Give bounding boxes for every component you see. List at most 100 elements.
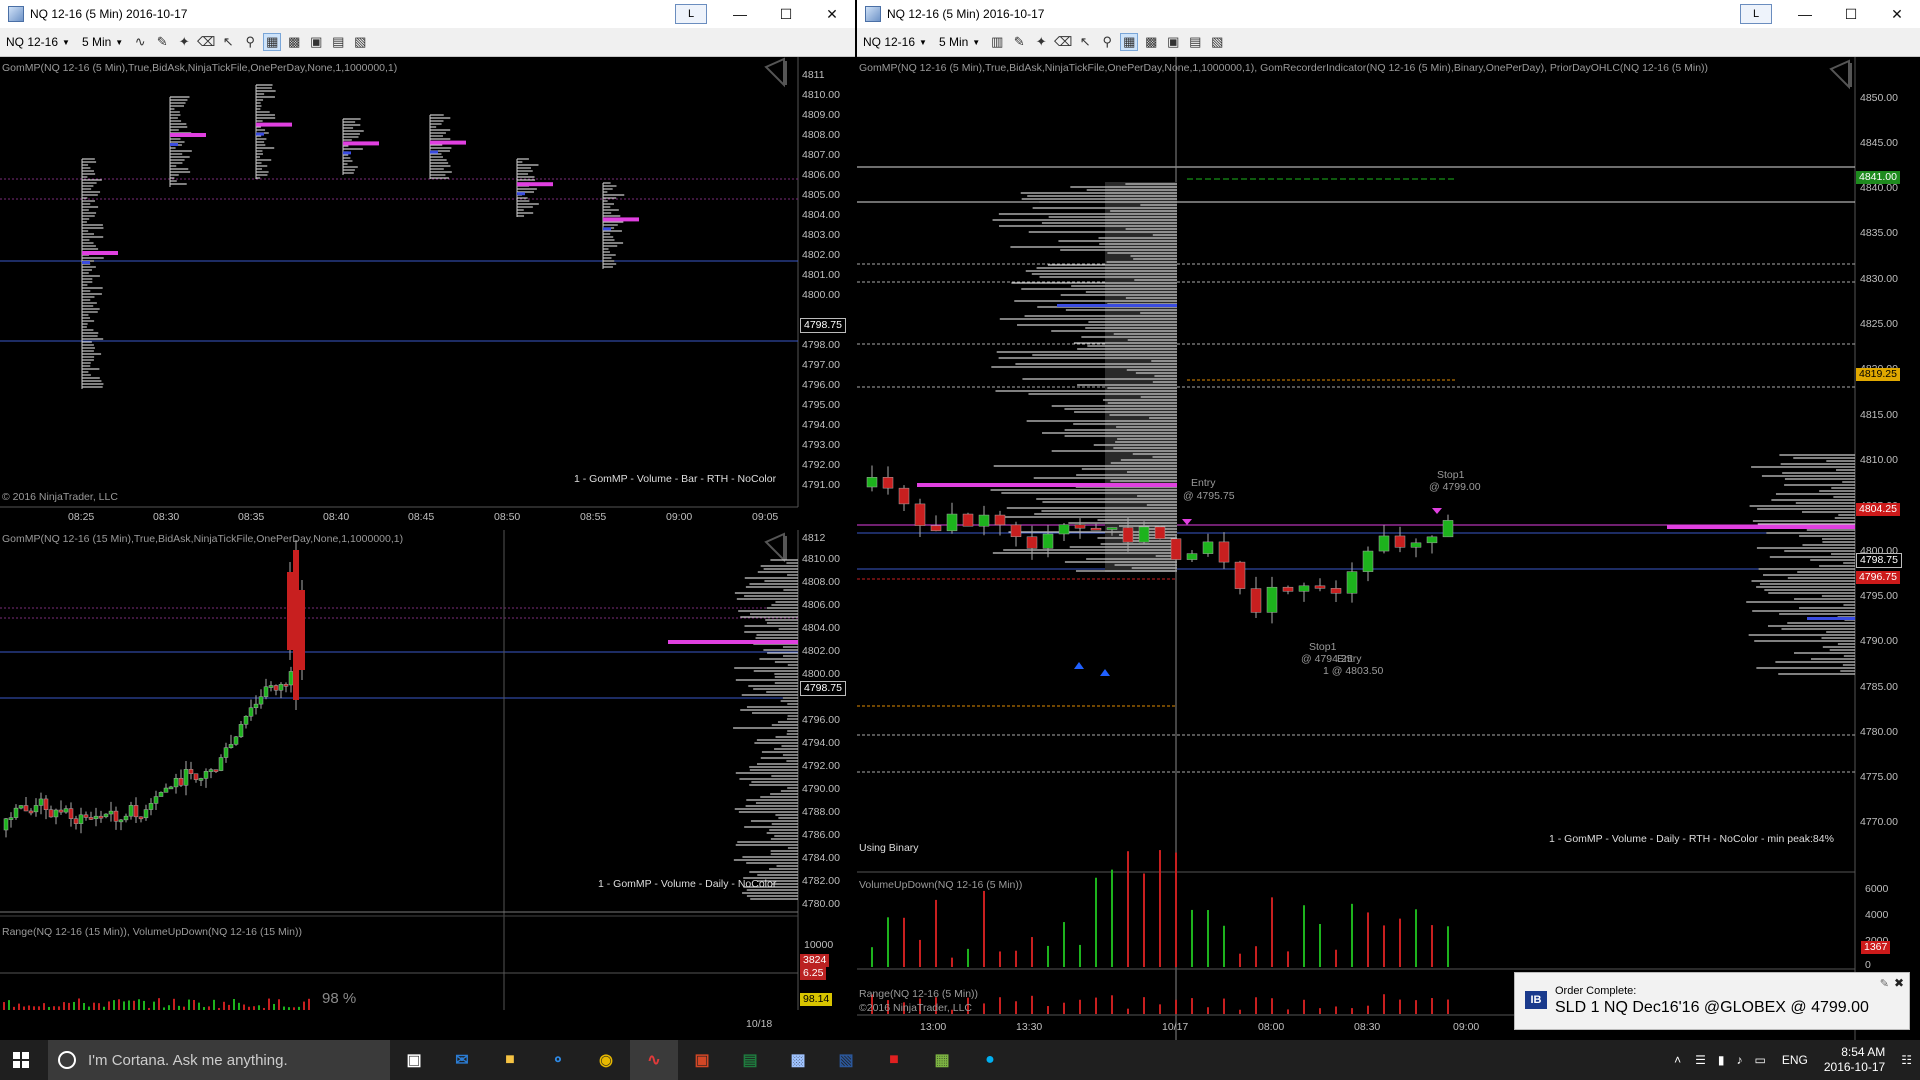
- order-complete-notification[interactable]: IB Order Complete: SLD 1 NQ Dec16'16 @GL…: [1514, 972, 1910, 1030]
- ninjatrader-icon[interactable]: ∿: [630, 1040, 678, 1080]
- value-area-mark: [256, 132, 264, 136]
- volume-icon[interactable]: ♪: [1736, 1053, 1742, 1067]
- price-label: 4800.00: [802, 668, 840, 680]
- image-icon[interactable]: ▣: [307, 33, 325, 51]
- image-icon[interactable]: ▣: [1164, 33, 1182, 51]
- maximize-icon[interactable]: ☐: [763, 0, 809, 28]
- display-icon[interactable]: ▭: [1754, 1053, 1765, 1067]
- left-chart-window[interactable]: NQ 12-16 (5 Min) 2016-10-17 L — ☐ ✕ NQ 1…: [0, 0, 855, 1040]
- candle-body: [930, 525, 942, 532]
- powerpoint-icon[interactable]: ▣: [678, 1040, 726, 1080]
- left-toolbar: NQ 12-16 ▼ 5 Min ▼ ∿ ✎ ✦ ⌫ ↖ ⚲ ▦ ▩ ▣ ▤ ▧: [0, 28, 855, 57]
- price-label: 4792.00: [802, 459, 840, 471]
- poc-bar: [256, 122, 292, 127]
- file-explorer-icon[interactable]: ■: [486, 1040, 534, 1080]
- data-box-icon[interactable]: ▤: [1186, 33, 1204, 51]
- sub-value-label: 10000: [804, 939, 834, 951]
- word-icon[interactable]: ▧: [822, 1040, 870, 1080]
- pointer-icon[interactable]: ↖: [219, 33, 237, 51]
- language-indicator[interactable]: ENG: [1782, 1053, 1808, 1067]
- candle-body: [1298, 585, 1310, 592]
- windows-start-icon[interactable]: [13, 1052, 29, 1068]
- skype-icon[interactable]: ●: [966, 1040, 1014, 1080]
- chevron-up-icon[interactable]: ˄: [1674, 1053, 1681, 1067]
- copyright-label: © 2016 NinjaTrader, LLC: [2, 491, 118, 503]
- candle-body: [168, 786, 174, 790]
- candlestick-icon[interactable]: ▥: [988, 33, 1006, 51]
- outlook-icon[interactable]: ✉: [438, 1040, 486, 1080]
- strategy-icon[interactable]: ▩: [1142, 33, 1160, 51]
- right-chart-window[interactable]: NQ 12-16 (5 Min) 2016-10-17 L — ☐ ✕ NQ 1…: [857, 0, 1920, 1040]
- chart-style-icon[interactable]: ∿: [131, 33, 149, 51]
- candle-body: [278, 684, 284, 691]
- calculator-icon[interactable]: ▦: [918, 1040, 966, 1080]
- link-button[interactable]: L: [1740, 4, 1772, 24]
- close-icon[interactable]: ✕: [1874, 0, 1920, 28]
- close-icon[interactable]: ✖: [1894, 976, 1904, 990]
- interval-dropdown[interactable]: 5 Min ▼: [933, 35, 986, 49]
- draw-tool-icon[interactable]: ✎: [153, 33, 171, 51]
- close-icon[interactable]: ✕: [809, 0, 855, 28]
- candle-body: [1378, 535, 1390, 552]
- instrument-dropdown[interactable]: NQ 12-16 ▼: [0, 35, 76, 49]
- right-main-pane[interactable]: GomMP(NQ 12-16 (5 Min),True,BidAsk,Ninja…: [857, 57, 1920, 1040]
- acrobat-icon[interactable]: ■: [870, 1040, 918, 1080]
- indicators-icon[interactable]: ▦: [263, 33, 282, 51]
- interval-dropdown[interactable]: 5 Min ▼: [76, 35, 129, 49]
- time-label: 13:00: [920, 1021, 947, 1033]
- cortana-search-box[interactable]: I'm Cortana. Ask me anything.: [48, 1040, 390, 1080]
- strategy-icon[interactable]: ▩: [285, 33, 303, 51]
- candle-body: [163, 787, 169, 793]
- network-icon[interactable]: ☰: [1695, 1053, 1706, 1067]
- zoom-icon[interactable]: ⚲: [241, 33, 259, 51]
- price-label: 4788.00: [802, 806, 840, 818]
- draw-tool-icon[interactable]: ✎: [1010, 33, 1028, 51]
- indicators-icon[interactable]: ▦: [1120, 33, 1139, 51]
- task-view-icon[interactable]: ▣: [390, 1040, 438, 1080]
- minimize-icon[interactable]: —: [1782, 0, 1828, 28]
- price-label: 4809.00: [802, 109, 840, 121]
- edge-icon[interactable]: ⚬: [534, 1040, 582, 1080]
- excel-icon[interactable]: ▤: [726, 1040, 774, 1080]
- price-label: 4796.00: [802, 714, 840, 726]
- poc-bar: [430, 140, 466, 145]
- start-tile: [22, 1052, 29, 1059]
- candle-body: [208, 769, 214, 772]
- minimize-icon[interactable]: —: [717, 0, 763, 28]
- start-tile: [22, 1061, 29, 1068]
- candle-body: [1266, 586, 1278, 613]
- clock-date: 2016-10-17: [1823, 1060, 1886, 1074]
- zoom-icon[interactable]: ⚲: [1098, 33, 1116, 51]
- candle-body: [78, 814, 84, 824]
- time-label: 09:00: [666, 511, 693, 523]
- eraser-icon[interactable]: ⌫: [1054, 33, 1072, 51]
- battery-icon[interactable]: ▮: [1718, 1053, 1725, 1067]
- left-title-bar[interactable]: NQ 12-16 (5 Min) 2016-10-17 L — ☐ ✕: [0, 0, 855, 28]
- data-box-icon[interactable]: ▤: [329, 33, 347, 51]
- maximize-icon[interactable]: ☐: [1828, 0, 1874, 28]
- link-button[interactable]: L: [675, 4, 707, 24]
- candle-body: [1090, 527, 1102, 531]
- chrome-icon[interactable]: ◉: [582, 1040, 630, 1080]
- right-title-bar[interactable]: NQ 12-16 (5 Min) 2016-10-17 L — ☐ ✕: [857, 0, 1920, 28]
- entry-annotation: Entry: [1337, 653, 1362, 665]
- action-center-icon[interactable]: ☷: [1901, 1053, 1912, 1067]
- candle-body: [273, 685, 279, 691]
- candle-body: [88, 817, 94, 820]
- left-top-pane[interactable]: GomMP(NQ 12-16 (5 Min),True,BidAsk,Ninja…: [0, 57, 855, 527]
- tws-icon[interactable]: ▩: [774, 1040, 822, 1080]
- eraser-icon[interactable]: ⌫: [197, 33, 215, 51]
- properties-icon[interactable]: ▧: [1208, 33, 1226, 51]
- price-label: 4804.00: [802, 209, 840, 221]
- left-bottom-pane[interactable]: GomMP(NQ 12-16 (15 Min),True,BidAsk,Ninj…: [0, 530, 855, 1010]
- candle-body: [283, 684, 289, 687]
- candle-body: [153, 796, 159, 804]
- magic-wand-icon[interactable]: ✦: [1032, 33, 1050, 51]
- instrument-dropdown[interactable]: NQ 12-16 ▼: [857, 35, 933, 49]
- clock[interactable]: 8:54 AM 2016-10-17: [1824, 1045, 1885, 1075]
- magic-wand-icon[interactable]: ✦: [175, 33, 193, 51]
- time-label: 09:00: [1453, 1021, 1480, 1033]
- pointer-icon[interactable]: ↖: [1076, 33, 1094, 51]
- properties-icon[interactable]: ▧: [351, 33, 369, 51]
- pin-icon[interactable]: ✎: [1880, 977, 1889, 990]
